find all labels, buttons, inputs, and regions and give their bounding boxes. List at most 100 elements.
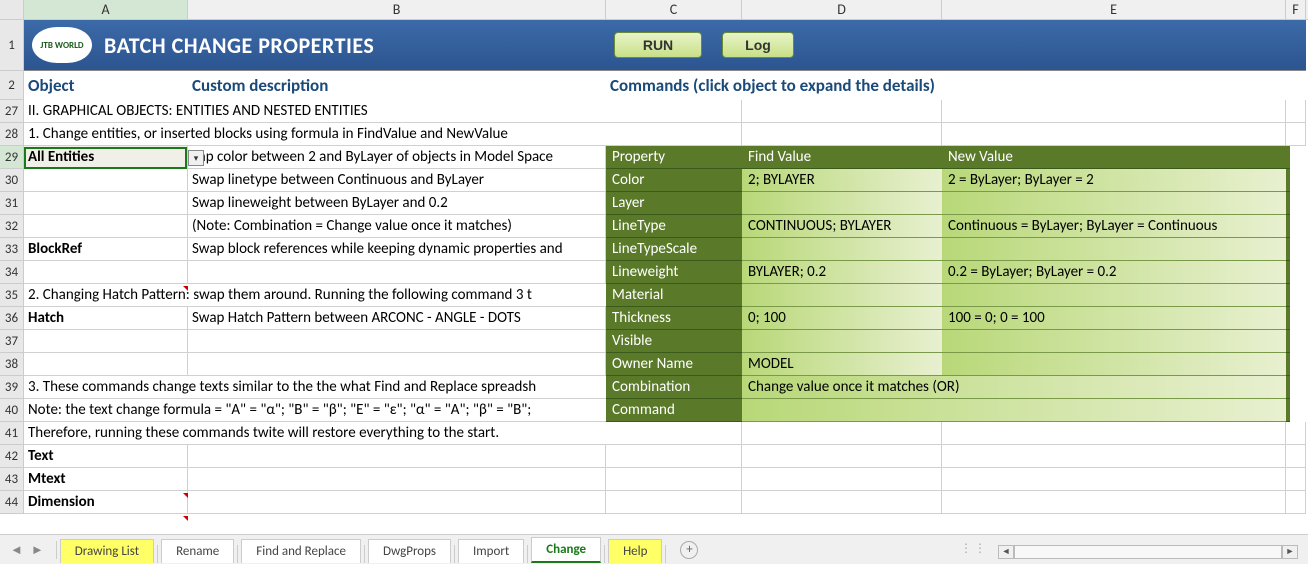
- row-header[interactable]: 29: [0, 146, 24, 169]
- sheet-tab-drawing-list[interactable]: Drawing List: [60, 539, 154, 563]
- row-header[interactable]: 43: [0, 468, 24, 491]
- cell[interactable]: [942, 123, 1286, 146]
- cell[interactable]: vap color between 2 and ByLayer of objec…: [188, 146, 606, 169]
- col-header-C[interactable]: C: [606, 0, 742, 19]
- cell[interactable]: II. GRAPHICAL OBJECTS: ENTITIES AND NEST…: [24, 100, 606, 123]
- row-header[interactable]: 27: [0, 100, 24, 123]
- cell[interactable]: [24, 330, 188, 353]
- row-header[interactable]: 32: [0, 215, 24, 238]
- cell[interactable]: Swap linetype between Continuous and ByL…: [188, 169, 606, 192]
- cmd-find-value[interactable]: CONTINUOUS; BYLAYER: [742, 215, 942, 238]
- cell[interactable]: [1286, 422, 1306, 445]
- cell[interactable]: [606, 445, 742, 468]
- row-header[interactable]: 30: [0, 169, 24, 192]
- cell[interactable]: [188, 330, 606, 353]
- cmd-new-value[interactable]: 100 = 0; 0 = 100: [942, 307, 1286, 330]
- cell[interactable]: [24, 169, 188, 192]
- row-header[interactable]: 42: [0, 445, 24, 468]
- cell[interactable]: 3. These commands change texts similar t…: [24, 376, 606, 399]
- row-header[interactable]: 1: [0, 20, 24, 71]
- row-header[interactable]: 31: [0, 192, 24, 215]
- run-button[interactable]: RUN: [614, 32, 702, 58]
- cell[interactable]: 1. Change entities, or inserted blocks u…: [24, 123, 606, 146]
- col-header-F[interactable]: F: [1286, 0, 1306, 19]
- col-header-A[interactable]: A: [24, 0, 188, 19]
- row-header[interactable]: 41: [0, 422, 24, 445]
- cmd-new-value[interactable]: [942, 330, 1286, 353]
- cmd-find-value[interactable]: BYLAYER; 0.2: [742, 261, 942, 284]
- row-header[interactable]: 39: [0, 376, 24, 399]
- row-header[interactable]: 33: [0, 238, 24, 261]
- cell[interactable]: Mtext: [24, 468, 188, 491]
- cmd-value[interactable]: Change value once it matches (OR): [742, 376, 1286, 399]
- sheet-tab-change[interactable]: Change: [531, 537, 601, 563]
- cell[interactable]: [742, 445, 942, 468]
- sheet-tab-import[interactable]: Import: [458, 539, 524, 563]
- cell[interactable]: [24, 353, 188, 376]
- cell[interactable]: [1286, 468, 1306, 491]
- cell[interactable]: [742, 468, 942, 491]
- row-header[interactable]: 34: [0, 261, 24, 284]
- cell[interactable]: [1286, 491, 1306, 514]
- cell[interactable]: [1286, 100, 1306, 123]
- cell[interactable]: [188, 468, 606, 491]
- cell[interactable]: [188, 353, 606, 376]
- col-header-E[interactable]: E: [942, 0, 1286, 19]
- cell[interactable]: Therefore, running these commands twite …: [24, 422, 606, 445]
- cmd-find-value[interactable]: [742, 330, 942, 353]
- row-header[interactable]: 36: [0, 307, 24, 330]
- cmd-new-value[interactable]: 0.2 = ByLayer; ByLayer = 0.2: [942, 261, 1286, 284]
- scroll-right-icon[interactable]: ►: [1282, 545, 1298, 559]
- row-header[interactable]: 37: [0, 330, 24, 353]
- tab-drag-handle-icon[interactable]: ⋮⋮: [960, 541, 988, 556]
- cell[interactable]: [188, 261, 606, 284]
- cell[interactable]: Hatch: [24, 307, 188, 330]
- cmd-new-value[interactable]: Continuous = ByLayer; ByLayer = Continuo…: [942, 215, 1286, 238]
- row-header[interactable]: 38: [0, 353, 24, 376]
- row-header[interactable]: 2: [0, 71, 24, 100]
- cmd-new-value[interactable]: 2 = ByLayer; ByLayer = 2: [942, 169, 1286, 192]
- tab-next-icon[interactable]: ►: [31, 542, 44, 558]
- cell[interactable]: [942, 100, 1286, 123]
- cmd-new-value[interactable]: [942, 284, 1286, 307]
- cmd-find-value[interactable]: MODEL: [742, 353, 942, 376]
- cell[interactable]: [942, 445, 1286, 468]
- cell[interactable]: Swap Hatch Pattern between ARCONC - ANGL…: [188, 307, 606, 330]
- sheet-tab-help[interactable]: Help: [608, 539, 662, 563]
- sheet-tab-find-and-replace[interactable]: Find and Replace: [241, 539, 361, 563]
- scroll-left-icon[interactable]: ◄: [998, 545, 1014, 559]
- cmd-new-value[interactable]: [942, 238, 1286, 261]
- cell[interactable]: Swap lineweight between ByLayer and 0.2: [188, 192, 606, 215]
- cell[interactable]: [24, 215, 188, 238]
- cell[interactable]: All Entities: [24, 146, 188, 169]
- cell[interactable]: [24, 261, 188, 284]
- col-header-D[interactable]: D: [742, 0, 942, 19]
- cell[interactable]: Text: [24, 445, 188, 468]
- horizontal-scrollbar[interactable]: ◄ ►: [998, 544, 1298, 560]
- cell[interactable]: [1286, 123, 1306, 146]
- cell[interactable]: [606, 123, 742, 146]
- cmd-value[interactable]: [742, 399, 1286, 422]
- row-header[interactable]: 40: [0, 399, 24, 422]
- cell[interactable]: [942, 468, 1286, 491]
- tab-prev-icon[interactable]: ◄: [10, 542, 23, 558]
- cell[interactable]: [606, 100, 742, 123]
- log-button[interactable]: Log: [722, 32, 794, 58]
- row-header[interactable]: 35: [0, 284, 24, 307]
- cell[interactable]: 2. Changing Hatch Pattern: swap them aro…: [24, 284, 606, 307]
- col-header-B[interactable]: B: [188, 0, 606, 19]
- cell[interactable]: Note: the text change formula = "A" = "α…: [24, 399, 606, 422]
- cmd-find-value[interactable]: 2; BYLAYER: [742, 169, 942, 192]
- cmd-new-value[interactable]: [942, 353, 1286, 376]
- cell[interactable]: [742, 422, 942, 445]
- cell[interactable]: Swap block references while keeping dyna…: [188, 238, 606, 261]
- cell[interactable]: [606, 422, 742, 445]
- cell[interactable]: [742, 491, 942, 514]
- sheet-tab-dwgprops[interactable]: DwgProps: [368, 539, 451, 563]
- cell[interactable]: [1286, 445, 1306, 468]
- cell[interactable]: [942, 491, 1286, 514]
- cell[interactable]: (Note: Combination = Change value once i…: [188, 215, 606, 238]
- cell[interactable]: BlockRef: [24, 238, 188, 261]
- row-header[interactable]: 28: [0, 123, 24, 146]
- cell[interactable]: [188, 491, 606, 514]
